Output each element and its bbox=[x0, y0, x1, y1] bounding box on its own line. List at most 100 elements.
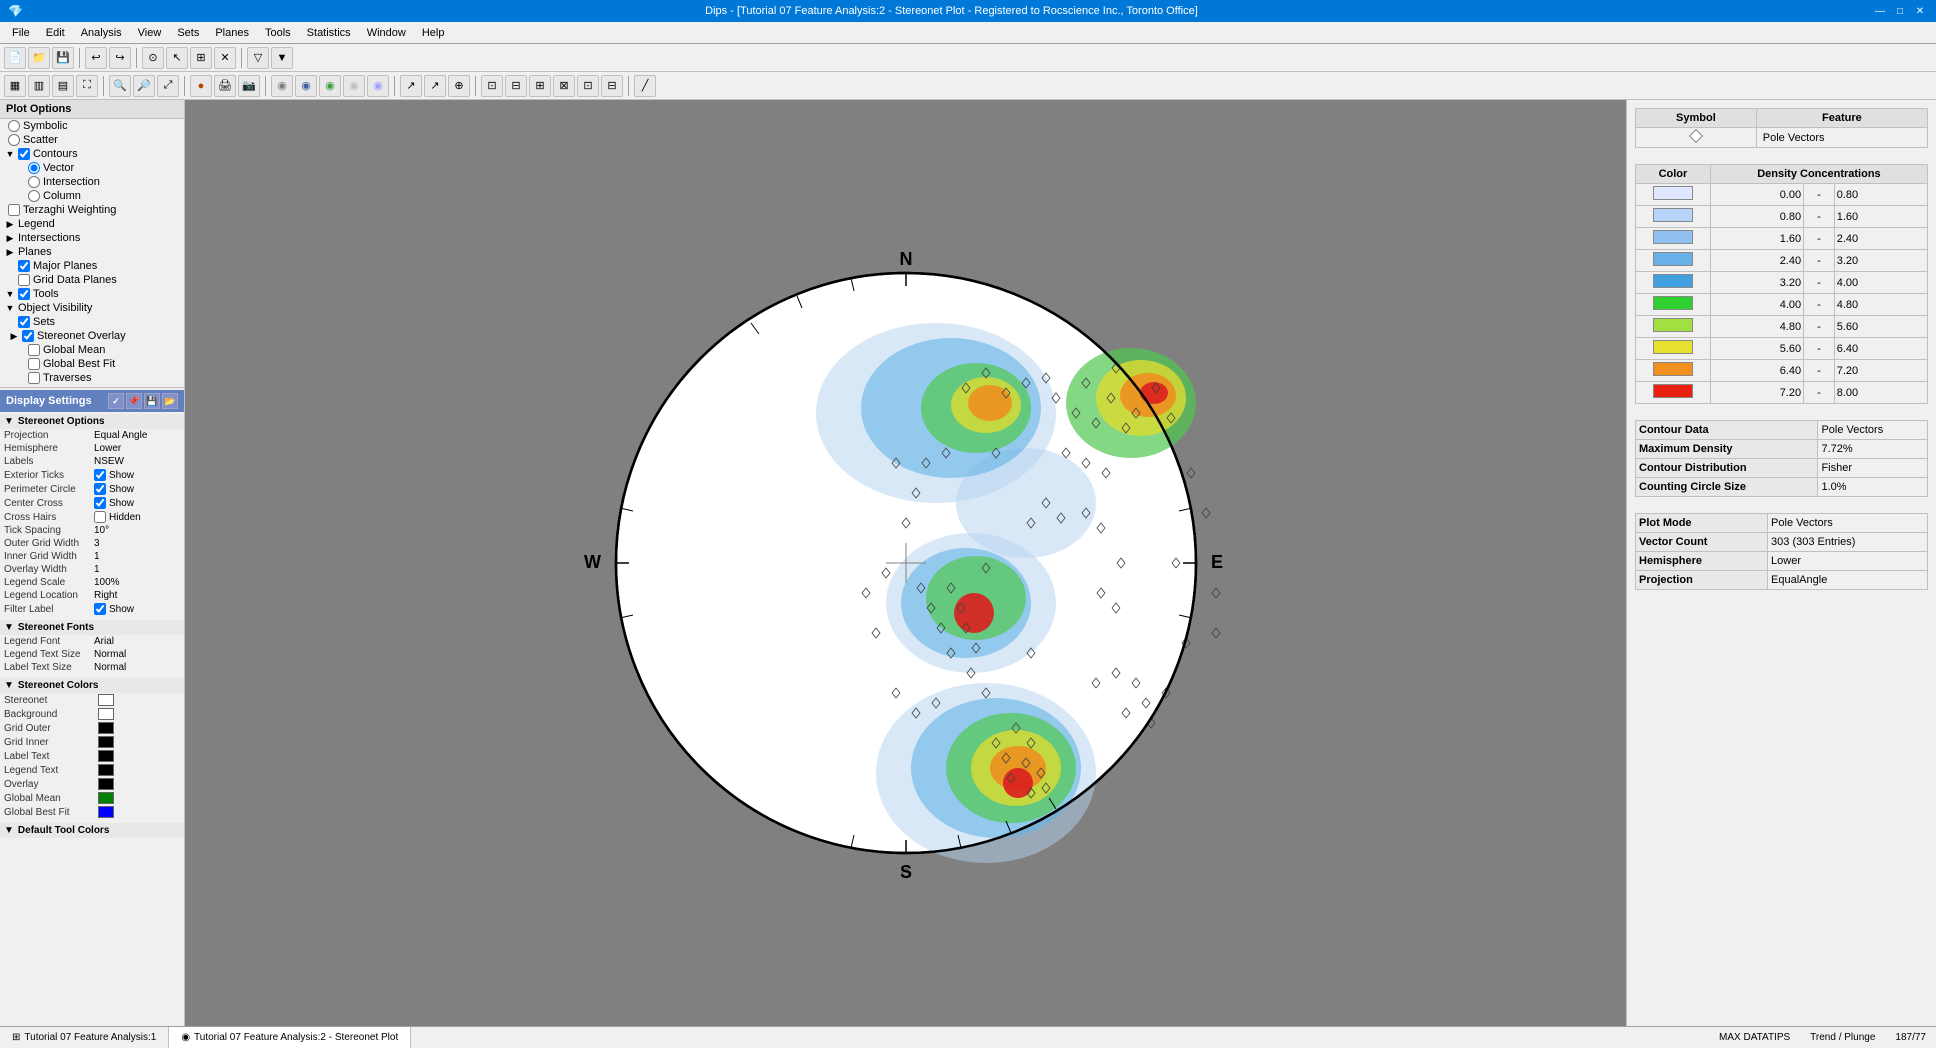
sets-checkbox[interactable] bbox=[18, 316, 30, 328]
zoom-fit-icon[interactable]: ⤢ bbox=[157, 75, 179, 97]
export2-icon[interactable]: ↗ bbox=[424, 75, 446, 97]
undo-button[interactable]: ↩ bbox=[85, 47, 107, 69]
legend-item[interactable]: ▶ Legend bbox=[0, 217, 184, 231]
traverses-item[interactable]: Traverses bbox=[0, 371, 184, 385]
redo-button[interactable]: ↪ bbox=[109, 47, 131, 69]
object-visibility-item[interactable]: ▼ Object Visibility bbox=[0, 301, 184, 315]
menu-help[interactable]: Help bbox=[414, 25, 453, 41]
stereonet-colors-header[interactable]: ▼ Stereonet Colors bbox=[0, 678, 184, 693]
planes-item[interactable]: ▶ Planes bbox=[0, 245, 184, 259]
legend-expand[interactable]: ▶ bbox=[4, 218, 16, 230]
select-icon[interactable]: ↖ bbox=[166, 47, 188, 69]
color-wheel-icon[interactable]: ● bbox=[190, 75, 212, 97]
vector-radio[interactable]: Vector bbox=[0, 161, 184, 175]
menu-tools[interactable]: Tools bbox=[257, 25, 299, 41]
ds-pin-btn[interactable]: 📌 bbox=[126, 393, 142, 409]
symbolic-radio[interactable]: Symbolic bbox=[0, 119, 184, 133]
maximize-button[interactable]: □ bbox=[1892, 4, 1908, 18]
stereonet-color-swatch[interactable] bbox=[98, 694, 114, 706]
planes-expand[interactable]: ▶ bbox=[4, 246, 16, 258]
menu-window[interactable]: Window bbox=[359, 25, 414, 41]
view1-icon[interactable]: ▦ bbox=[4, 75, 26, 97]
grid-data-planes-checkbox[interactable] bbox=[18, 274, 30, 286]
tool1-icon[interactable]: ⊡ bbox=[481, 75, 503, 97]
menu-analysis[interactable]: Analysis bbox=[73, 25, 130, 41]
sets-item[interactable]: Sets bbox=[0, 315, 184, 329]
default-tool-colors-header[interactable]: ▼ Default Tool Colors bbox=[0, 823, 184, 838]
symbolic-radio-input[interactable] bbox=[8, 120, 20, 132]
menu-file[interactable]: File bbox=[4, 25, 38, 41]
global-mean-checkbox[interactable] bbox=[28, 344, 40, 356]
column-radio[interactable]: Column bbox=[0, 189, 184, 203]
sphere3-icon[interactable]: ◉ bbox=[319, 75, 341, 97]
ds-check-btn[interactable]: ✓ bbox=[108, 393, 124, 409]
major-planes-item[interactable]: Major Planes bbox=[0, 259, 184, 273]
menu-planes[interactable]: Planes bbox=[207, 25, 257, 41]
menu-edit[interactable]: Edit bbox=[38, 25, 73, 41]
global-best-fit-checkbox[interactable] bbox=[28, 358, 40, 370]
zoom-out-icon[interactable]: 🔎 bbox=[133, 75, 155, 97]
open-button[interactable]: 📁 bbox=[28, 47, 50, 69]
view2-icon[interactable]: ▥ bbox=[28, 75, 50, 97]
intersection-radio-input[interactable] bbox=[28, 176, 40, 188]
contours-item[interactable]: ▼ Contours bbox=[0, 147, 184, 161]
global-best-fit-item[interactable]: Global Best Fit bbox=[0, 357, 184, 371]
center-cross-checkbox[interactable] bbox=[94, 497, 106, 509]
global-mean-color-swatch[interactable] bbox=[98, 792, 114, 804]
export1-icon[interactable]: ↗ bbox=[400, 75, 422, 97]
stereonet-overlay-item[interactable]: ▶ Stereonet Overlay bbox=[0, 329, 184, 343]
cross-hairs-checkbox[interactable] bbox=[94, 511, 106, 523]
terzaghi-checkbox[interactable] bbox=[8, 204, 20, 216]
perimeter-circle-checkbox[interactable] bbox=[94, 483, 106, 495]
tools-expand[interactable]: ▼ bbox=[4, 288, 16, 300]
background-color-swatch[interactable] bbox=[98, 708, 114, 720]
exterior-ticks-checkbox[interactable] bbox=[94, 469, 106, 481]
filter-icon[interactable]: ▽ bbox=[247, 47, 269, 69]
grid-inner-color-swatch[interactable] bbox=[98, 736, 114, 748]
grid-data-planes-item[interactable]: Grid Data Planes bbox=[0, 273, 184, 287]
scatter-radio[interactable]: Scatter bbox=[0, 133, 184, 147]
status-tab-1[interactable]: ⊞ Tutorial 07 Feature Analysis:1 bbox=[0, 1027, 169, 1048]
filter-label-checkbox[interactable] bbox=[94, 603, 106, 615]
sphere5-icon[interactable]: ◉ bbox=[367, 75, 389, 97]
vector-radio-input[interactable] bbox=[28, 162, 40, 174]
line-tool-icon[interactable]: ╱ bbox=[634, 75, 656, 97]
intersections-item[interactable]: ▶ Intersections bbox=[0, 231, 184, 245]
grid-outer-color-swatch[interactable] bbox=[98, 722, 114, 734]
stereonet-options-header[interactable]: ▼ Stereonet Options bbox=[0, 414, 184, 429]
tools-item[interactable]: ▼ Tools bbox=[0, 287, 184, 301]
stereonet-plot[interactable]: N S E W bbox=[556, 213, 1256, 913]
traverses-checkbox[interactable] bbox=[28, 372, 40, 384]
filter2-icon[interactable]: ▼ bbox=[271, 47, 293, 69]
sphere2-icon[interactable]: ◉ bbox=[295, 75, 317, 97]
fullscreen-icon[interactable]: ⛶ bbox=[76, 75, 98, 97]
sphere1-icon[interactable]: ◉ bbox=[271, 75, 293, 97]
menu-sets[interactable]: Sets bbox=[169, 25, 207, 41]
terzaghi-item[interactable]: Terzaghi Weighting bbox=[0, 203, 184, 217]
major-planes-checkbox[interactable] bbox=[18, 260, 30, 272]
save-button[interactable]: 💾 bbox=[52, 47, 74, 69]
stereonet-overlay-expand[interactable]: ▶ bbox=[8, 330, 20, 342]
tools-checkbox[interactable] bbox=[18, 288, 30, 300]
stereonet-overlay-checkbox[interactable] bbox=[22, 330, 34, 342]
column-radio-input[interactable] bbox=[28, 190, 40, 202]
print-icon[interactable]: 🖨 bbox=[214, 75, 236, 97]
camera-icon[interactable]: 📷 bbox=[238, 75, 260, 97]
ds-save-btn[interactable]: 💾 bbox=[144, 393, 160, 409]
layers-icon[interactable]: ⊕ bbox=[448, 75, 470, 97]
global-best-fit-color-swatch[interactable] bbox=[98, 806, 114, 818]
delete-icon[interactable]: ✕ bbox=[214, 47, 236, 69]
tool5-icon[interactable]: ⊡ bbox=[577, 75, 599, 97]
obj-vis-expand[interactable]: ▼ bbox=[4, 302, 16, 314]
zoom-in-icon[interactable]: 🔍 bbox=[109, 75, 131, 97]
intersection-radio[interactable]: Intersection bbox=[0, 175, 184, 189]
legend-text-color-swatch[interactable] bbox=[98, 764, 114, 776]
menu-statistics[interactable]: Statistics bbox=[299, 25, 359, 41]
tool3-icon[interactable]: ⊞ bbox=[529, 75, 551, 97]
tool4-icon[interactable]: ⊠ bbox=[553, 75, 575, 97]
overlay-color-swatch[interactable] bbox=[98, 778, 114, 790]
tool2-icon[interactable]: ⊟ bbox=[505, 75, 527, 97]
intersections-expand[interactable]: ▶ bbox=[4, 232, 16, 244]
contours-checkbox[interactable] bbox=[18, 148, 30, 160]
minimize-button[interactable]: — bbox=[1872, 4, 1888, 18]
